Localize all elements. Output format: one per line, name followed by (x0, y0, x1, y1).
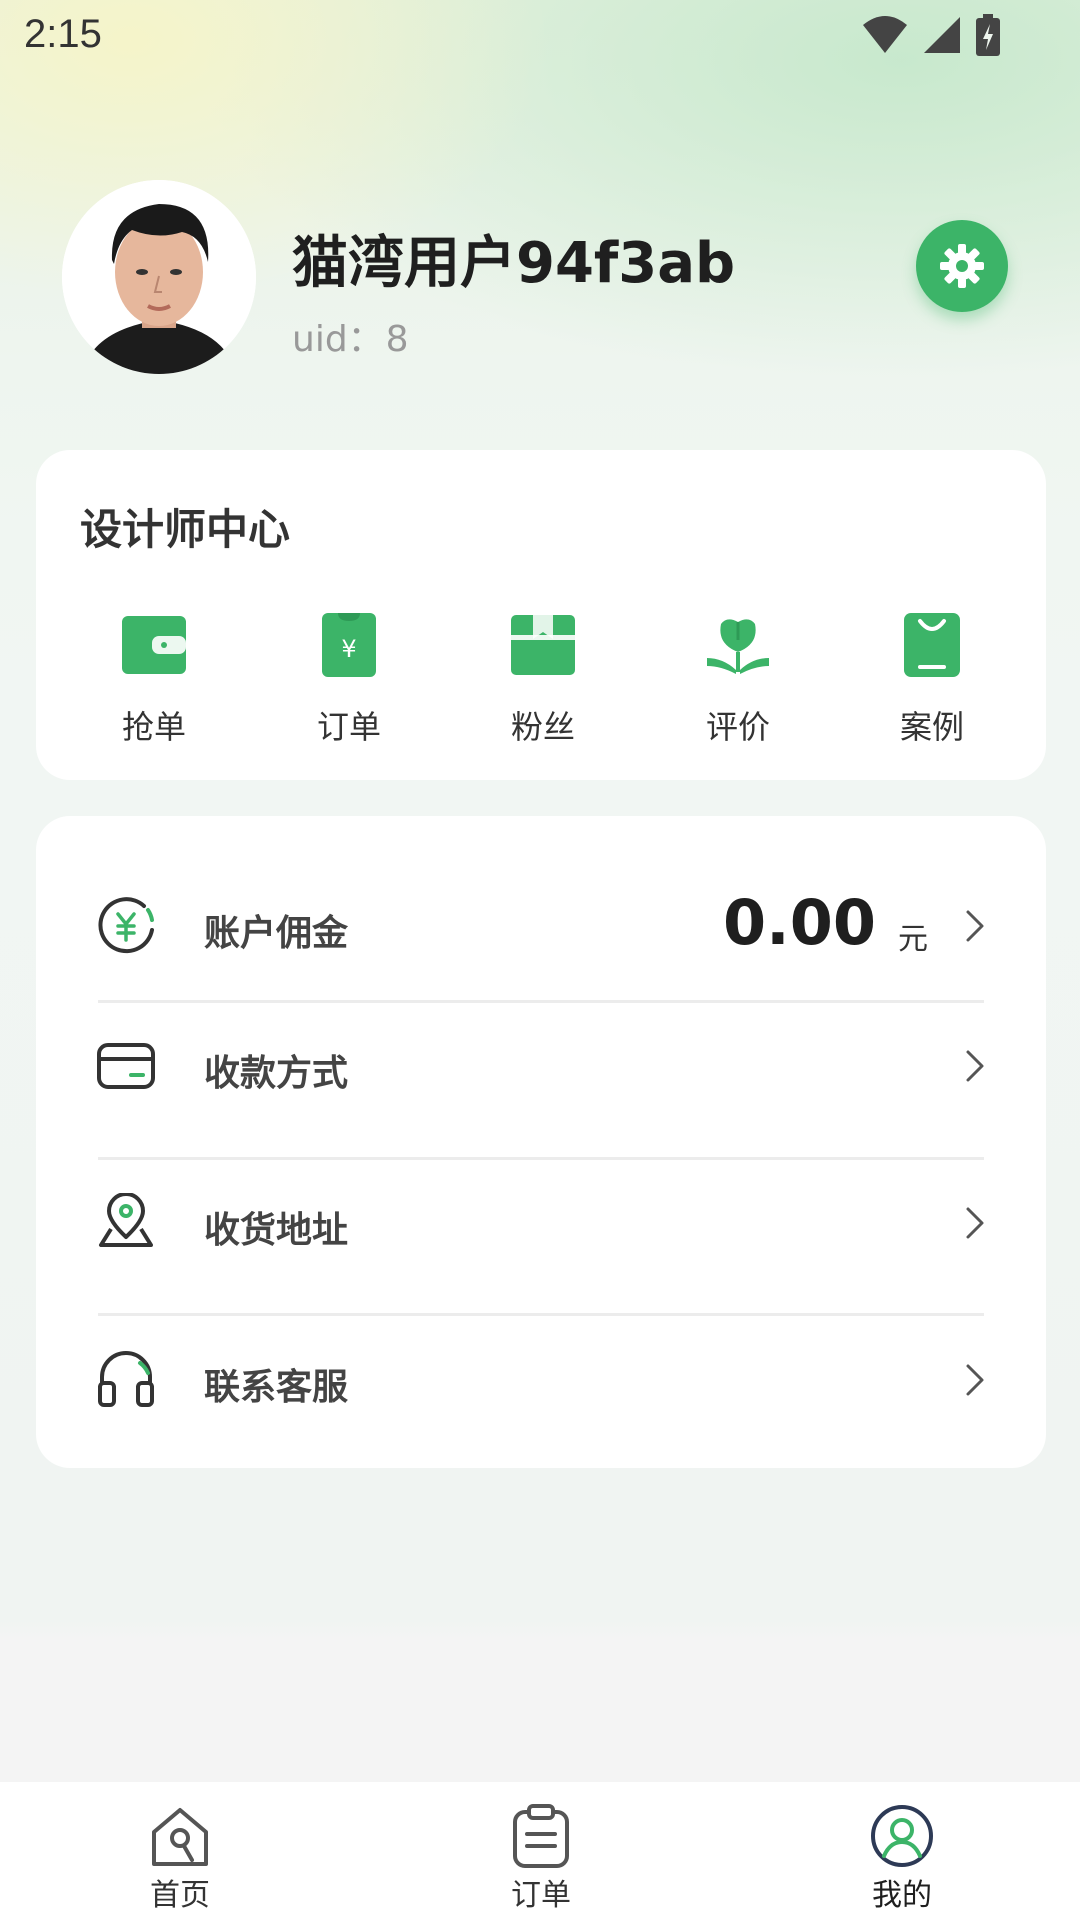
card-icon (96, 1036, 156, 1096)
tab-mine[interactable]: 我的 (822, 1804, 982, 1914)
headset-icon (96, 1348, 156, 1408)
flower-icon (703, 610, 773, 680)
menu-row-commission[interactable]: 账户佣金 0.00 元 (36, 856, 1046, 996)
account-menu-card: 账户佣金 0.00 元 收款方式 收货地址 联系客服 (36, 816, 1046, 1468)
menu-label-commission: 账户佣金 (204, 913, 349, 954)
status-bar: 2:15 (0, 0, 1080, 72)
status-time: 2:15 (24, 12, 102, 56)
shopping-bag-icon (897, 610, 967, 680)
commission-unit: 元 (898, 922, 928, 957)
grid-label: 评价 (705, 708, 770, 746)
home-icon (147, 1804, 213, 1868)
cellular-signal-icon (924, 17, 960, 53)
location-icon (96, 1191, 156, 1251)
chevron-right-icon (966, 1207, 984, 1239)
svg-text:¥: ¥ (341, 635, 356, 663)
designer-center-card: 设计师中心 抢单 ¥ 订单 粉丝 评价 案例 (36, 450, 1046, 780)
gear-icon (940, 244, 984, 288)
wallet-icon (119, 610, 189, 680)
chevron-right-icon (966, 1050, 984, 1082)
commission-amount: 0.00 (723, 886, 876, 959)
status-icons (862, 14, 1000, 56)
menu-row-service[interactable]: 联系客服 (36, 1316, 1046, 1456)
menu-row-payment[interactable]: 收款方式 (36, 1002, 1046, 1142)
user-icon (869, 1804, 935, 1868)
uid-value: 8 (385, 319, 409, 360)
avatar[interactable] (62, 180, 256, 374)
cases-item[interactable]: 案例 (862, 610, 1002, 750)
grid-label: 案例 (899, 708, 964, 746)
battery-icon (976, 14, 1000, 56)
chevron-right-icon (966, 910, 984, 942)
yuan-coin-icon (96, 896, 156, 956)
user-name: 猫湾用户94f3ab (292, 231, 736, 296)
clipboard-icon (508, 1804, 574, 1868)
grid-label: 抢单 (121, 708, 186, 746)
tab-orders[interactable]: 订单 (461, 1804, 621, 1914)
designer-center-title: 设计师中心 (80, 505, 291, 554)
bookmark-box-icon (508, 610, 578, 680)
menu-row-address[interactable]: 收货地址 (36, 1159, 1046, 1299)
menu-label-payment: 收款方式 (204, 1053, 349, 1094)
settings-button[interactable] (916, 220, 1008, 312)
avatar-portrait-icon (62, 180, 256, 374)
grab-order-item[interactable]: 抢单 (84, 610, 224, 750)
uid-line: uid：8 (292, 310, 411, 362)
grid-label: 订单 (316, 708, 381, 746)
tab-label: 我的 (872, 1878, 932, 1913)
bottom-tab-bar: 首页 订单 我的 (0, 1782, 1080, 1920)
yuan-order-icon: ¥ (314, 610, 384, 680)
grid-label: 粉丝 (510, 708, 575, 746)
chevron-right-icon (966, 1364, 984, 1396)
tab-label: 订单 (511, 1878, 571, 1913)
menu-label-address: 收货地址 (204, 1210, 349, 1251)
tab-home[interactable]: 首页 (100, 1804, 260, 1914)
fans-item[interactable]: 粉丝 (473, 610, 613, 750)
tab-label: 首页 (150, 1878, 210, 1913)
wifi-icon (863, 16, 907, 53)
reviews-item[interactable]: 评价 (668, 610, 808, 750)
menu-label-service: 联系客服 (204, 1367, 349, 1408)
uid-label: uid： (292, 319, 384, 360)
orders-item[interactable]: ¥ 订单 (279, 610, 419, 750)
